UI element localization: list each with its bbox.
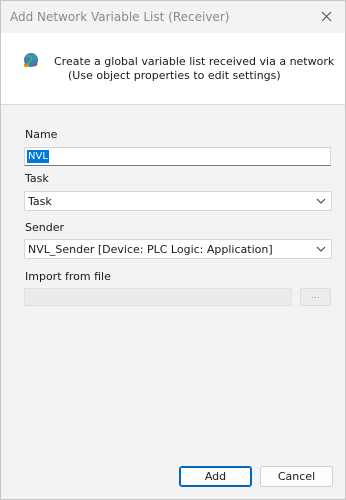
import-label: Import from file [25, 270, 111, 283]
task-select-value: Task [28, 195, 52, 208]
sender-select[interactable]: NVL_Sender [Device: PLC Logic: Applicati… [24, 239, 332, 259]
sender-select-value: NVL_Sender [Device: PLC Logic: Applicati… [28, 243, 273, 256]
close-button[interactable] [311, 3, 341, 29]
name-input-value: NVL [27, 150, 49, 163]
chevron-down-icon [316, 246, 326, 252]
title-bar: Add Network Variable List (Receiver) [1, 1, 345, 33]
close-icon [321, 11, 331, 21]
description-line-2: (Use object properties to edit settings) [68, 69, 281, 82]
add-nvl-dialog: Add Network Variable List (Receiver) Cre… [0, 0, 346, 500]
browse-button: ... [300, 288, 331, 306]
name-input[interactable]: NVL [24, 147, 331, 166]
description-line-1: Create a global variable list received v… [54, 55, 335, 68]
network-globe-icon [24, 53, 38, 67]
sender-label: Sender [25, 221, 64, 234]
window-title: Add Network Variable List (Receiver) [10, 10, 230, 24]
header-panel: Create a global variable list received v… [1, 33, 345, 105]
button-bar: Add Cancel [1, 456, 345, 499]
chevron-down-icon [316, 198, 326, 204]
form-area: Name NVL Task Task Sender NVL_Sender [De… [1, 106, 345, 456]
name-label: Name [25, 128, 58, 141]
add-button[interactable]: Add [179, 466, 252, 487]
import-file-input [24, 288, 292, 306]
task-label: Task [25, 172, 49, 185]
task-select[interactable]: Task [24, 191, 332, 211]
cancel-button[interactable]: Cancel [260, 466, 333, 487]
